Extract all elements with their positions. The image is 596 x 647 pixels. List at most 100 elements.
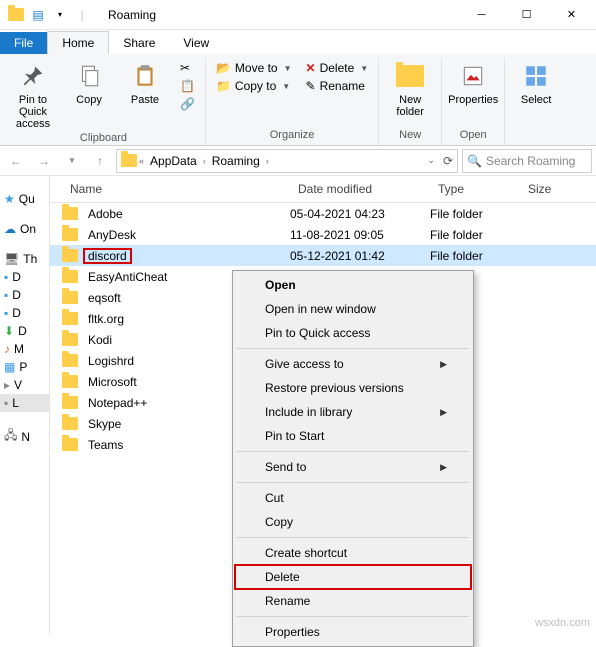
doc-icon[interactable]: ▤ [28,5,48,25]
chevron-right-icon: ▶ [440,462,447,473]
pin-icon [17,60,49,92]
delete-button[interactable]: ✕Delete▼ [302,60,373,76]
group-open: Properties Open [442,58,505,145]
ctx-delete[interactable]: Delete [235,565,471,589]
chevron-down-icon[interactable]: ⌄ [427,155,435,166]
ctx-give-access-to[interactable]: Give access to▶ [235,352,471,376]
sidebar-item[interactable]: ▪D [0,286,49,304]
folder-icon [62,333,78,346]
ctx-open[interactable]: Open [235,273,471,297]
sidebar-item-thispc[interactable]: 🖥Th [0,250,49,268]
tab-share[interactable]: Share [109,32,169,54]
ctx-restore-versions[interactable]: Restore previous versions [235,376,471,400]
search-input[interactable]: 🔍 Search Roaming [462,149,592,173]
folder-icon [62,207,78,220]
ctx-create-shortcut[interactable]: Create shortcut [235,541,471,565]
chevron-right-icon: › [203,156,206,166]
close-button[interactable]: ✕ [549,0,594,30]
sidebar-item-quick[interactable]: ★Qu [0,190,49,208]
column-headers[interactable]: Name Date modified Type Size [50,176,596,203]
network-icon: 🖧 [4,426,17,447]
maximize-button[interactable]: ☐ [504,0,549,30]
ctx-rename[interactable]: Rename [235,589,471,613]
separator [237,451,469,452]
shortcut-icon: 🔗 [180,97,195,111]
copypath-button[interactable]: 📋 [176,78,199,94]
copy-icon [73,60,105,92]
file-type: File folder [430,228,520,242]
cloud-icon: ☁ [4,222,16,236]
col-name[interactable]: Name [50,176,290,202]
nav-forward-button[interactable]: → [32,149,56,173]
col-date[interactable]: Date modified [290,176,430,202]
paste-shortcut-button[interactable]: 🔗 [176,96,199,112]
ctx-pin-start[interactable]: Pin to Start [235,424,471,448]
qat-dropdown-icon[interactable]: ▾ [50,5,70,25]
file-name: Adobe [84,207,127,221]
moveto-icon: 📂 [216,61,231,75]
pc-icon: 🖥 [4,252,19,266]
properties-button[interactable]: Properties [448,58,498,106]
sidebar-item[interactable]: ▪D [0,304,49,322]
chevron-down-icon: ▼ [282,64,292,73]
tab-file[interactable]: File [0,32,47,54]
col-size[interactable]: Size [520,176,596,202]
sidebar-item[interactable]: ▪D [0,268,49,286]
file-name: eqsoft [84,291,125,305]
pin-quick-access-button[interactable]: Pin to Quick access [8,58,58,130]
table-row[interactable]: Adobe05-04-2021 04:23File folder [50,203,596,224]
rename-button[interactable]: ✎Rename [302,78,373,94]
sidebar-item-network[interactable]: 🖧N [0,424,49,449]
file-type: File folder [430,207,520,221]
tab-home[interactable]: Home [47,31,109,54]
table-row[interactable]: AnyDesk 11-08-2021 09:05File folder [50,224,596,245]
ctx-send-to[interactable]: Send to▶ [235,455,471,479]
sidebar-item[interactable]: ▪L [0,394,49,412]
paste-button[interactable]: Paste [120,58,170,106]
breadcrumb-segment[interactable]: Roaming [208,154,264,168]
move-to-button[interactable]: 📂Move to▼ [212,60,296,76]
folder-icon [6,5,26,25]
sidebar-item[interactable]: ▸V [0,376,49,394]
cut-button[interactable]: ✂ [176,60,199,76]
window-title: Roaming [96,8,459,22]
table-row[interactable]: discord05-12-2021 01:42File folder [50,245,596,266]
copy-button[interactable]: Copy [64,58,114,106]
file-name: AnyDesk [84,228,140,242]
breadcrumb-segment[interactable]: AppData [146,154,201,168]
sidebar-item[interactable]: ♪M [0,340,49,358]
tab-view[interactable]: View [169,32,223,54]
select-button[interactable]: Select [511,58,561,106]
nav-back-button[interactable]: ← [4,149,28,173]
nav-pane[interactable]: ★Qu ☁On 🖥Th ▪D ▪D ▪D ⬇D ♪M ▦P ▸V ▪L 🖧N [0,176,50,635]
chevron-right-icon: › [266,156,269,166]
ctx-cut[interactable]: Cut [235,486,471,510]
ctx-include-library[interactable]: Include in library▶ [235,400,471,424]
new-folder-button[interactable]: New folder [385,58,435,118]
ctx-open-new-window[interactable]: Open in new window [235,297,471,321]
context-menu: Open Open in new window Pin to Quick acc… [232,270,474,647]
ctx-properties[interactable]: Properties [235,620,471,644]
videos-icon: ▸ [4,378,10,392]
folder-icon [62,354,78,367]
ctx-copy[interactable]: Copy [235,510,471,534]
minimize-button[interactable]: ─ [459,0,504,30]
ctx-pin-quick-access[interactable]: Pin to Quick access [235,321,471,345]
star-icon: ★ [4,192,15,206]
file-date: 11-08-2021 09:05 [290,228,430,242]
sidebar-item-onedrive[interactable]: ☁On [0,220,49,238]
breadcrumb[interactable]: « AppData › Roaming › ⌄ ⟳ [116,149,458,173]
nav-history-button[interactable]: ▼ [60,149,84,173]
nav-up-button[interactable]: ↑ [88,149,112,173]
title-bar: ▤ ▾ | Roaming ─ ☐ ✕ [0,0,596,30]
ribbon: Pin to Quick access Copy Paste ✂ 📋 🔗 Cli… [0,54,596,146]
sidebar-item[interactable]: ⬇D [0,322,49,340]
chevron-down-icon: ▼ [280,82,290,91]
group-organize: 📂Move to▼ 📁Copy to▼ ✕Delete▼ ✎Rename Org… [206,58,379,145]
copy-to-button[interactable]: 📁Copy to▼ [212,78,296,94]
col-type[interactable]: Type [430,176,520,202]
refresh-icon[interactable]: ⟳ [437,154,453,168]
copyto-icon: 📁 [216,79,231,93]
sidebar-item[interactable]: ▦P [0,358,49,376]
chevron-right-icon[interactable]: « [139,156,144,166]
